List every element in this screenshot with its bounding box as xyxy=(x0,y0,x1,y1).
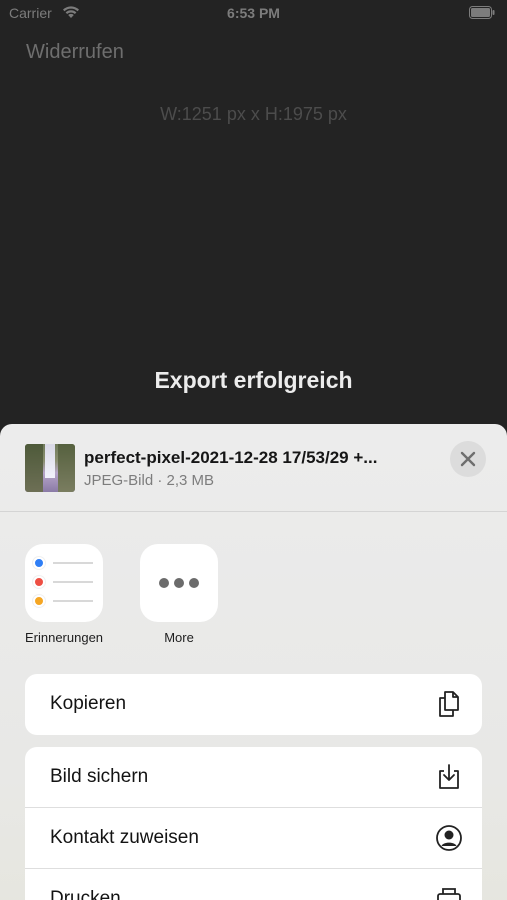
action-label: Bild sichern xyxy=(50,766,149,787)
action-label: Kontakt zuweisen xyxy=(50,827,199,848)
contact-icon xyxy=(436,825,462,851)
action-group-secondary: Bild sichern Kontakt zuweisen Drucken xyxy=(25,747,482,900)
file-meta: JPEG-Bild · 2,3 MB xyxy=(84,472,215,489)
battery-icon xyxy=(469,6,495,19)
action-assign-contact[interactable]: Kontakt zuweisen xyxy=(25,808,482,869)
status-time: 6:53 PM xyxy=(227,5,280,21)
action-label: Drucken xyxy=(50,888,121,900)
action-print[interactable]: Drucken xyxy=(25,869,482,900)
save-image-icon xyxy=(439,764,459,789)
status-bar: Carrier 6:53 PM xyxy=(0,0,507,28)
app-more[interactable]: More xyxy=(129,544,229,645)
reminders-app-icon xyxy=(25,544,103,622)
action-label: Kopieren xyxy=(50,693,127,714)
app-reminders[interactable]: Erinnerungen xyxy=(14,544,114,645)
action-save-image[interactable]: Bild sichern xyxy=(25,747,482,808)
action-copy[interactable]: Kopieren xyxy=(25,674,482,735)
undo-button[interactable]: Widerrufen xyxy=(26,41,124,64)
share-sheet: perfect-pixel-2021-12-28 17/53/29 +... J… xyxy=(0,424,507,900)
file-name: perfect-pixel-2021-12-28 17/53/29 +... xyxy=(84,448,378,467)
export-success-message: Export erfolgreich xyxy=(154,367,353,393)
printer-icon xyxy=(437,888,461,900)
share-sheet-header: perfect-pixel-2021-12-28 17/53/29 +... J… xyxy=(0,424,507,512)
close-button[interactable] xyxy=(450,441,486,477)
image-thumbnail xyxy=(25,444,75,492)
app-label: Erinnerungen xyxy=(24,630,104,645)
close-icon xyxy=(460,451,476,467)
action-group-primary: Kopieren xyxy=(25,674,482,735)
app-label: More xyxy=(164,630,194,645)
copy-icon xyxy=(439,691,459,717)
screen: Carrier 6:53 PM Widerrufen W:1251 px x H… xyxy=(0,0,507,900)
image-dimensions: W:1251 px x H:1975 px xyxy=(160,104,347,124)
more-dots-icon xyxy=(140,544,218,622)
